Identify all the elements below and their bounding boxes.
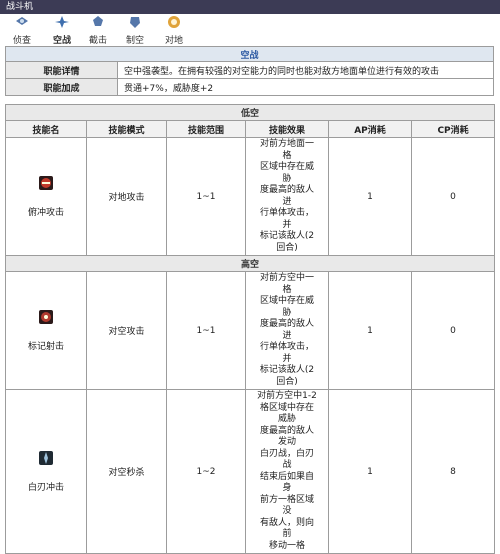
menu-label: 制空 — [125, 36, 144, 46]
skill-range: 1~2 — [166, 389, 246, 554]
role-bonus-label: 职能加成 — [5, 78, 118, 96]
skill-cp-cost: 8 — [410, 389, 496, 554]
section-high-altitude: 高空 — [4, 255, 496, 272]
column-header: CP消耗 — [410, 120, 496, 138]
skill-name-cell: 标记射击 — [5, 271, 87, 390]
skill-mode: 对地攻击 — [86, 137, 167, 256]
role-header: 空战 — [5, 46, 494, 62]
scout-icon — [16, 17, 28, 25]
blade-charge-icon — [39, 451, 53, 465]
menu-item-ground-attack[interactable]: 对地 — [156, 14, 192, 46]
table-row: 俯冲攻击 对地攻击 1~1 对前方地面一格 区域中存在威胁 度最高的敌人进 行单… — [5, 137, 496, 256]
role-detail-value: 空中强袭型。在拥有较强的对空能力的同时也能对敌方地面单位进行有效的攻击 — [117, 61, 494, 79]
window-title: 战斗机 — [6, 2, 34, 12]
menu-item-intercept[interactable]: 截击 — [80, 14, 116, 46]
dive-attack-icon — [39, 176, 53, 190]
menu-item-air-combat[interactable]: 空战 — [44, 14, 80, 46]
skill-name: 白刃冲击 — [27, 483, 64, 493]
skill-name: 俯冲攻击 — [27, 208, 64, 218]
skill-ap-cost: 1 — [328, 389, 412, 554]
role-detail-label: 职能详情 — [5, 61, 118, 79]
skill-cp-cost: 0 — [410, 137, 496, 256]
air-superiority-icon — [130, 17, 140, 28]
menu-item-scout[interactable]: 侦查 — [4, 14, 40, 46]
table-row: 白刃冲击 对空秒杀 1~2 对前方空中1-2 格区域中存在威胁 度最高的敌人发动… — [5, 389, 496, 554]
column-header: 技能效果 — [245, 120, 329, 138]
menu-label: 空战 — [52, 36, 71, 46]
column-header-row: 技能名 技能模式 技能范围 技能效果 AP消耗 CP消耗 — [5, 120, 496, 138]
menu-item-air-superiority[interactable]: 制空 — [117, 14, 153, 46]
column-header: 技能名 — [5, 120, 87, 138]
table-row: 标记射击 对空攻击 1~1 对前方空中一格 区域中存在威胁 度最高的敌人进 行单… — [5, 271, 496, 390]
role-bonus-value: 贯通+7%，威胁度+2 — [117, 78, 494, 96]
menu-label: 侦查 — [12, 36, 31, 46]
skill-effect: 对前方地面一格 区域中存在威胁 度最高的敌人进 行单体攻击，并 标记该敌人(2回… — [245, 137, 329, 256]
skill-effect: 对前方空中一格 区域中存在威胁 度最高的敌人进 行单体攻击，并 标记该敌人(2回… — [245, 271, 329, 390]
section-low-altitude: 低空 — [4, 104, 496, 121]
intercept-icon — [93, 16, 103, 26]
menu-label: 对地 — [164, 36, 183, 46]
skill-name-cell: 白刃冲击 — [5, 389, 87, 554]
skill-effect: 对前方空中1-2 格区域中存在威胁 度最高的敌人发动 白刃战，白刃战 结束后如果… — [245, 389, 329, 554]
skill-range: 1~1 — [166, 137, 246, 256]
role-info-table: 空战 职能详情 空中强袭型。在拥有较强的对空能力的同时也能对敌方地面单位进行有效… — [5, 46, 494, 96]
skills-table: 低空 技能名 技能模式 技能范围 技能效果 AP消耗 CP消耗 俯冲攻击 对地攻… — [4, 104, 496, 554]
column-header: 技能范围 — [166, 120, 246, 138]
air-combat-icon — [55, 16, 69, 28]
skill-name: 标记射击 — [27, 342, 64, 352]
mark-shot-icon — [39, 310, 53, 324]
skill-ap-cost: 1 — [328, 137, 412, 256]
skill-range: 1~1 — [166, 271, 246, 390]
menu-label: 截击 — [88, 36, 107, 46]
skill-cp-cost: 0 — [410, 271, 496, 390]
skill-name-cell: 俯冲攻击 — [5, 137, 87, 256]
column-header: 技能模式 — [86, 120, 167, 138]
skill-mode: 对空攻击 — [86, 271, 167, 390]
skill-ap-cost: 1 — [328, 271, 412, 390]
skill-mode: 对空秒杀 — [86, 389, 167, 554]
title-bar: 战斗机 — [0, 0, 500, 14]
column-header: AP消耗 — [328, 120, 412, 138]
ground-attack-icon — [168, 16, 180, 28]
